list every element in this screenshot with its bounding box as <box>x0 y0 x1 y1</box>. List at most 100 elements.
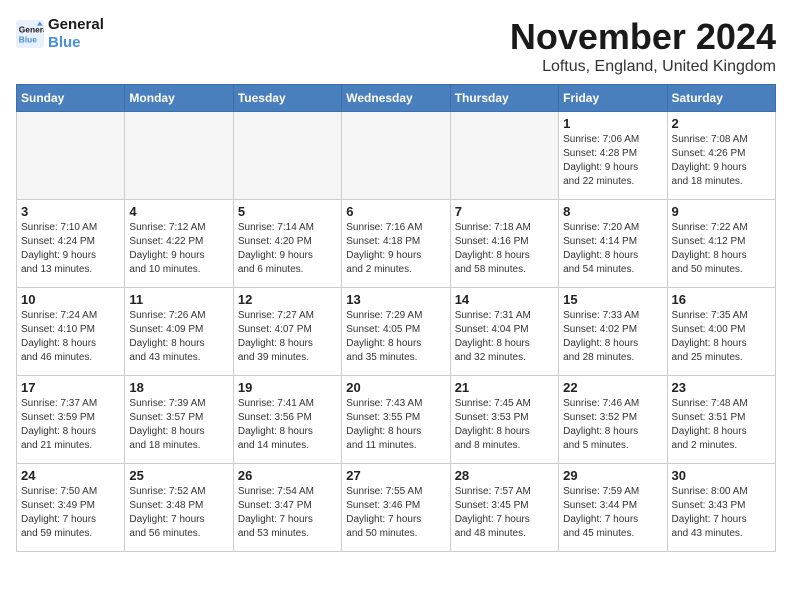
calendar-cell: 22Sunrise: 7:46 AM Sunset: 3:52 PM Dayli… <box>559 376 667 464</box>
month-title: November 2024 <box>510 16 776 58</box>
week-row-3: 10Sunrise: 7:24 AM Sunset: 4:10 PM Dayli… <box>17 288 776 376</box>
calendar-cell: 12 Sunrise: 7:27 AM Sunset: 4:07 PM Dayli… <box>233 288 341 376</box>
day-info: Sunrise: 7:26 AM Sunset: 4:09 PM Dayligh… <box>129 309 228 365</box>
day-info: Sunrise: 7:55 AM Sunset: 3:46 PM Dayligh… <box>346 485 445 541</box>
day-number: 28 <box>455 468 554 483</box>
day-number: 16 <box>672 292 771 307</box>
logo: General Blue General Blue <box>16 16 104 52</box>
day-info: Sunrise: 7:20 AM Sunset: 4:14 PM Dayligh… <box>563 221 662 277</box>
day-number: 6 <box>346 204 445 219</box>
weekday-header-saturday: Saturday <box>667 85 775 112</box>
calendar-cell: 23Sunrise: 7:48 AM Sunset: 3:51 PM Dayli… <box>667 376 775 464</box>
day-number: 30 <box>672 468 771 483</box>
day-info: Sunrise: 7:12 AM Sunset: 4:22 PM Dayligh… <box>129 221 228 277</box>
week-row-1: 1 Sunrise: 7:06 AM Sunset: 4:28 PM Daylig… <box>17 112 776 200</box>
day-info: Sunrise: 7:22 AM Sunset: 4:12 PM Dayligh… <box>672 221 771 277</box>
day-info: Sunrise: 7:45 AM Sunset: 3:53 PM Dayligh… <box>455 397 554 453</box>
logo-text-blue: Blue <box>48 34 104 52</box>
calendar-cell: 1 Sunrise: 7:06 AM Sunset: 4:28 PM Daylig… <box>559 112 667 200</box>
calendar-cell: 6 Sunrise: 7:16 AM Sunset: 4:18 PM Daylig… <box>342 200 450 288</box>
day-number: 17 <box>21 380 120 395</box>
day-number: 4 <box>129 204 228 219</box>
day-info: Sunrise: 7:16 AM Sunset: 4:18 PM Dayligh… <box>346 221 445 277</box>
logo-icon: General Blue <box>16 20 44 48</box>
weekday-header-monday: Monday <box>125 85 233 112</box>
day-info: Sunrise: 7:54 AM Sunset: 3:47 PM Dayligh… <box>238 485 337 541</box>
day-info: Sunrise: 7:31 AM Sunset: 4:04 PM Dayligh… <box>455 309 554 365</box>
day-info: Sunrise: 7:08 AM Sunset: 4:26 PM Dayligh… <box>672 133 771 189</box>
day-number: 18 <box>129 380 228 395</box>
calendar-cell <box>342 112 450 200</box>
calendar-cell: 24 Sunrise: 7:50 AM Sunset: 3:49 PM Dayli… <box>17 464 125 552</box>
calendar-cell <box>125 112 233 200</box>
day-number: 7 <box>455 204 554 219</box>
day-info: Sunrise: 7:59 AM Sunset: 3:44 PM Dayligh… <box>563 485 662 541</box>
weekday-header-sunday: Sunday <box>17 85 125 112</box>
day-number: 1 <box>563 116 662 131</box>
header: General Blue General Blue November 2024 … <box>16 16 776 76</box>
day-number: 15 <box>563 292 662 307</box>
calendar-cell: 13Sunrise: 7:29 AM Sunset: 4:05 PM Dayli… <box>342 288 450 376</box>
logo-text-general: General <box>48 16 104 34</box>
day-info: Sunrise: 7:27 AM Sunset: 4:07 PM Dayligh… <box>238 309 337 365</box>
day-info: Sunrise: 7:39 AM Sunset: 3:57 PM Dayligh… <box>129 397 228 453</box>
day-info: Sunrise: 7:50 AM Sunset: 3:49 PM Dayligh… <box>21 485 120 541</box>
calendar-cell: 25 Sunrise: 7:52 AM Sunset: 3:48 PM Dayli… <box>125 464 233 552</box>
calendar-cell: 11 Sunrise: 7:26 AM Sunset: 4:09 PM Dayli… <box>125 288 233 376</box>
day-info: Sunrise: 7:33 AM Sunset: 4:02 PM Dayligh… <box>563 309 662 365</box>
day-info: Sunrise: 7:10 AM Sunset: 4:24 PM Dayligh… <box>21 221 120 277</box>
calendar-cell: 19 Sunrise: 7:41 AM Sunset: 3:56 PM Dayli… <box>233 376 341 464</box>
day-number: 12 <box>238 292 337 307</box>
calendar-cell <box>17 112 125 200</box>
calendar-cell: 21Sunrise: 7:45 AM Sunset: 3:53 PM Dayli… <box>450 376 558 464</box>
day-number: 26 <box>238 468 337 483</box>
day-number: 23 <box>672 380 771 395</box>
calendar-cell <box>450 112 558 200</box>
svg-text:General: General <box>19 25 44 35</box>
day-info: Sunrise: 7:41 AM Sunset: 3:56 PM Dayligh… <box>238 397 337 453</box>
day-number: 27 <box>346 468 445 483</box>
calendar-cell: 29 Sunrise: 7:59 AM Sunset: 3:44 PM Dayli… <box>559 464 667 552</box>
calendar-cell: 5 Sunrise: 7:14 AM Sunset: 4:20 PM Daylig… <box>233 200 341 288</box>
day-number: 13 <box>346 292 445 307</box>
calendar-cell: 10Sunrise: 7:24 AM Sunset: 4:10 PM Dayli… <box>17 288 125 376</box>
day-number: 9 <box>672 204 771 219</box>
day-info: Sunrise: 7:18 AM Sunset: 4:16 PM Dayligh… <box>455 221 554 277</box>
calendar-cell <box>233 112 341 200</box>
day-number: 8 <box>563 204 662 219</box>
day-number: 3 <box>21 204 120 219</box>
day-number: 14 <box>455 292 554 307</box>
weekday-header-tuesday: Tuesday <box>233 85 341 112</box>
calendar-cell: 15 Sunrise: 7:33 AM Sunset: 4:02 PM Dayli… <box>559 288 667 376</box>
day-number: 20 <box>346 380 445 395</box>
calendar-cell: 4 Sunrise: 7:12 AM Sunset: 4:22 PM Daylig… <box>125 200 233 288</box>
day-number: 2 <box>672 116 771 131</box>
calendar-cell: 14 Sunrise: 7:31 AM Sunset: 4:04 PM Dayli… <box>450 288 558 376</box>
day-number: 11 <box>129 292 228 307</box>
day-number: 24 <box>21 468 120 483</box>
day-number: 29 <box>563 468 662 483</box>
day-info: Sunrise: 7:37 AM Sunset: 3:59 PM Dayligh… <box>21 397 120 453</box>
day-info: Sunrise: 7:52 AM Sunset: 3:48 PM Dayligh… <box>129 485 228 541</box>
day-number: 19 <box>238 380 337 395</box>
day-info: Sunrise: 7:24 AM Sunset: 4:10 PM Dayligh… <box>21 309 120 365</box>
svg-text:Blue: Blue <box>19 34 37 44</box>
week-row-2: 3 Sunrise: 7:10 AM Sunset: 4:24 PM Daylig… <box>17 200 776 288</box>
calendar-cell: 18 Sunrise: 7:39 AM Sunset: 3:57 PM Dayli… <box>125 376 233 464</box>
day-info: Sunrise: 7:57 AM Sunset: 3:45 PM Dayligh… <box>455 485 554 541</box>
calendar-cell: 26 Sunrise: 7:54 AM Sunset: 3:47 PM Dayli… <box>233 464 341 552</box>
calendar-cell: 9 Sunrise: 7:22 AM Sunset: 4:12 PM Daylig… <box>667 200 775 288</box>
weekday-header-thursday: Thursday <box>450 85 558 112</box>
day-number: 5 <box>238 204 337 219</box>
title-area: November 2024 Loftus, England, United Ki… <box>510 16 776 76</box>
weekday-header-friday: Friday <box>559 85 667 112</box>
weekday-header-wednesday: Wednesday <box>342 85 450 112</box>
day-info: Sunrise: 7:06 AM Sunset: 4:28 PM Dayligh… <box>563 133 662 189</box>
location-title: Loftus, England, United Kingdom <box>510 58 776 76</box>
calendar-cell: 20Sunrise: 7:43 AM Sunset: 3:55 PM Dayli… <box>342 376 450 464</box>
day-number: 22 <box>563 380 662 395</box>
day-info: Sunrise: 7:14 AM Sunset: 4:20 PM Dayligh… <box>238 221 337 277</box>
day-number: 25 <box>129 468 228 483</box>
weekday-header-row: SundayMondayTuesdayWednesdayThursdayFrid… <box>17 85 776 112</box>
week-row-4: 17 Sunrise: 7:37 AM Sunset: 3:59 PM Dayli… <box>17 376 776 464</box>
